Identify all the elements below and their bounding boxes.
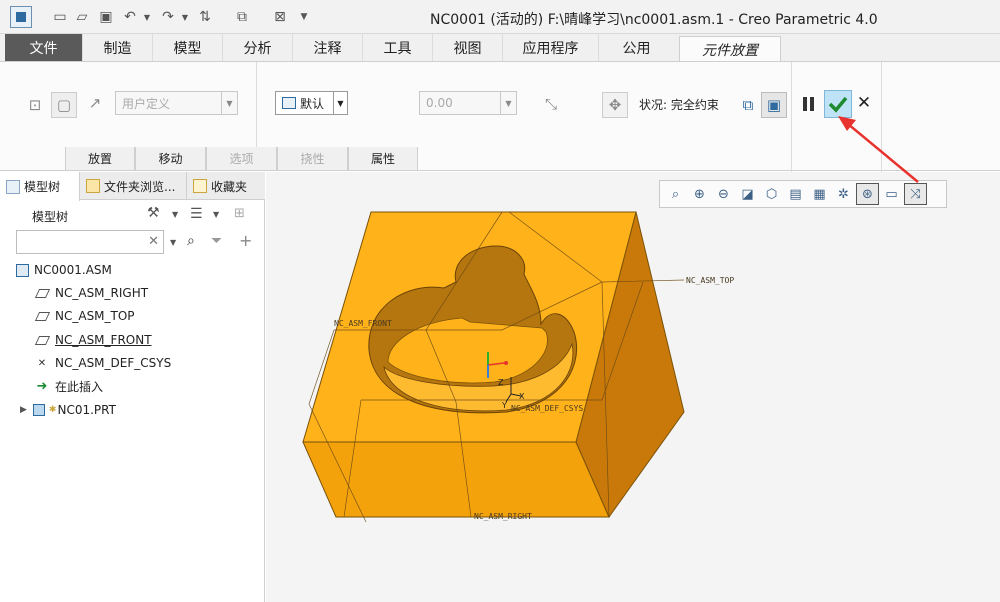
- annotation-arrow-icon: [838, 116, 919, 183]
